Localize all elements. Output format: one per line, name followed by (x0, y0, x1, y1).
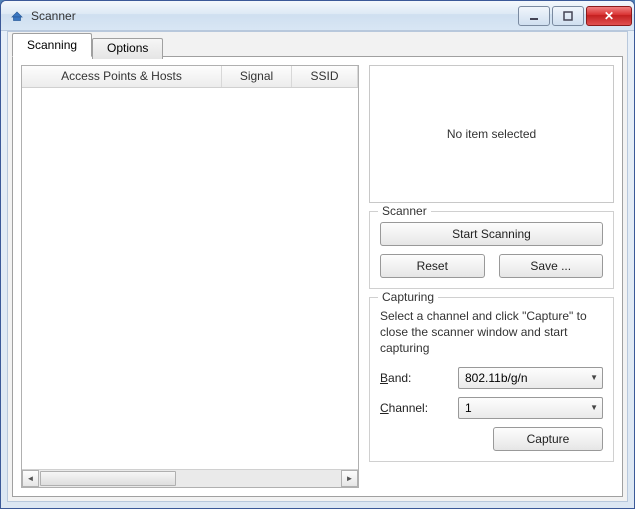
scroll-thumb[interactable] (40, 471, 176, 486)
preview-panel: No item selected (369, 65, 614, 203)
titlebar[interactable]: Scanner ✕ (1, 1, 634, 31)
reset-button[interactable]: Reset (380, 254, 485, 278)
capturing-hint: Select a channel and click "Capture" to … (380, 308, 603, 357)
col-signal[interactable]: Signal (222, 66, 292, 87)
col-ssid[interactable]: SSID (292, 66, 358, 87)
access-points-list[interactable]: Access Points & Hosts Signal SSID ◄ ► (21, 65, 359, 488)
col-access-points[interactable]: Access Points & Hosts (22, 66, 222, 87)
scanner-window: Scanner ✕ Scanning Options Access Points… (0, 0, 635, 509)
channel-row: Channel: 1 ▼ (380, 397, 603, 419)
app-icon (9, 8, 25, 24)
preview-empty-text: No item selected (447, 127, 536, 141)
start-scanning-button[interactable]: Start Scanning (380, 222, 603, 246)
band-select[interactable]: 802.11b/g/n ▼ (458, 367, 603, 389)
tab-options[interactable]: Options (92, 38, 163, 59)
client-area: Scanning Options Access Points & Hosts S… (7, 31, 628, 502)
scroll-track[interactable] (39, 470, 341, 487)
band-label: Band: (380, 371, 458, 385)
capturing-group: Capturing Select a channel and click "Ca… (369, 297, 614, 462)
close-button[interactable]: ✕ (586, 6, 632, 26)
channel-select[interactable]: 1 ▼ (458, 397, 603, 419)
maximize-button[interactable] (552, 6, 584, 26)
minimize-button[interactable] (518, 6, 550, 26)
window-buttons: ✕ (518, 6, 632, 26)
tab-content-scanning: Access Points & Hosts Signal SSID ◄ ► (12, 56, 623, 497)
chevron-down-icon: ▼ (590, 373, 598, 382)
scanner-legend: Scanner (378, 204, 431, 218)
capture-button[interactable]: Capture (493, 427, 603, 451)
save-button[interactable]: Save ... (499, 254, 604, 278)
right-pane: No item selected Scanner Start Scanning … (369, 65, 614, 488)
left-pane: Access Points & Hosts Signal SSID ◄ ► (21, 65, 359, 488)
scroll-right-button[interactable]: ► (341, 470, 358, 487)
list-header: Access Points & Hosts Signal SSID (22, 66, 358, 88)
channel-value: 1 (465, 401, 472, 415)
capturing-legend: Capturing (378, 290, 438, 304)
band-row: Band: 802.11b/g/n ▼ (380, 367, 603, 389)
scanner-group: Scanner Start Scanning Reset Save ... (369, 211, 614, 289)
tab-scanning[interactable]: Scanning (12, 33, 92, 57)
tabs-bar: Scanning Options (8, 33, 627, 57)
chevron-down-icon: ▼ (590, 403, 598, 412)
horizontal-scrollbar[interactable]: ◄ ► (22, 469, 358, 487)
window-title: Scanner (31, 9, 518, 23)
band-value: 802.11b/g/n (465, 371, 528, 385)
channel-label: Channel: (380, 401, 458, 415)
scroll-left-button[interactable]: ◄ (22, 470, 39, 487)
